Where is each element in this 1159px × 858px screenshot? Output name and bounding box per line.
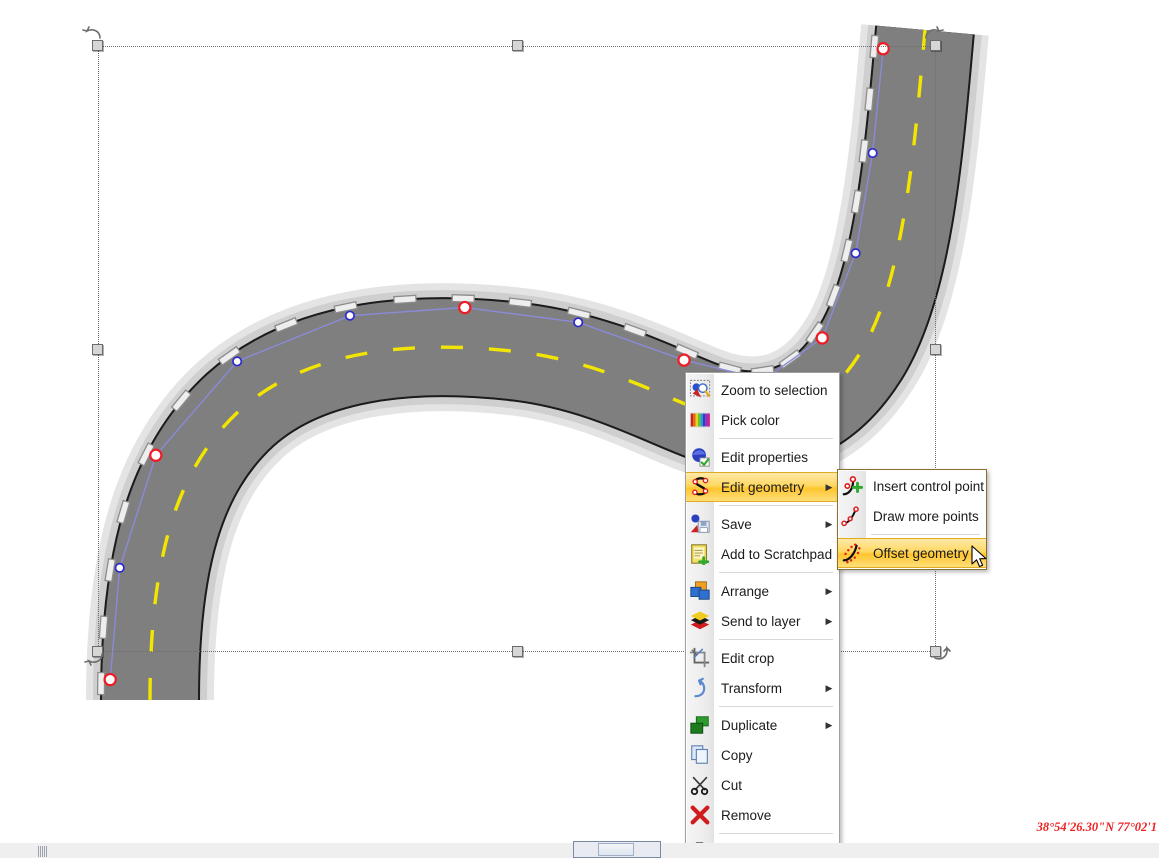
control-point-primary[interactable]: [149, 448, 163, 463]
arrange-icon: [686, 577, 714, 605]
control-point-primary[interactable]: [876, 42, 890, 56]
menu-item-cut[interactable]: Cut: [686, 770, 839, 800]
rotate-handle-bottom-right[interactable]: [930, 642, 952, 664]
menu-item-label: Insert control point: [873, 478, 985, 494]
handle-bottom-center[interactable]: [512, 646, 523, 657]
menu-separator: [719, 572, 833, 573]
map-canvas[interactable]: [0, 0, 1159, 843]
menu-separator: [719, 706, 833, 707]
menu-separator: [871, 534, 980, 535]
menu-item-duplicate[interactable]: Duplicate ▶: [686, 710, 839, 740]
control-point-secondary[interactable]: [232, 356, 243, 367]
scrollbar-grip-icon: [38, 844, 48, 857]
crop-icon: [686, 644, 714, 672]
rotate-handle-bottom-left[interactable]: [84, 644, 106, 666]
menu-item-label: Save: [721, 516, 752, 532]
menu-separator: [719, 639, 833, 640]
zoom-to-selection-icon: [686, 376, 714, 404]
menu-item-label: Add to Scratchpad: [721, 546, 833, 562]
control-point-secondary[interactable]: [344, 310, 355, 321]
menu-item-edit-crop[interactable]: Edit crop: [686, 643, 839, 673]
menu-item-draw-more-points[interactable]: Draw more points: [838, 501, 986, 531]
menu-item-label: Send to layer: [721, 613, 801, 629]
menu-item-label: Copy: [721, 747, 753, 763]
menu-item-add-to-scratchpad[interactable]: Add to Scratchpad: [686, 539, 839, 569]
guardrail-post: [98, 615, 109, 640]
control-point-secondary[interactable]: [867, 147, 878, 159]
menu-item-send-to-layer[interactable]: Send to layer ▶: [686, 606, 839, 636]
guardrail-post: [96, 671, 106, 696]
menu-item-label: Duplicate: [721, 717, 778, 733]
application-window: Zoom to selection Pick color Edit properti…: [0, 0, 1159, 858]
menu-item-label: Transform: [721, 680, 783, 696]
offset-geometry-icon: [838, 539, 866, 567]
menu-separator: [719, 505, 833, 506]
rotate-handle-top-right[interactable]: [922, 26, 944, 48]
control-point-primary[interactable]: [103, 672, 117, 687]
menu-item-label: Remove: [721, 807, 772, 823]
edit-geometry-icon: [686, 473, 714, 501]
save-icon: [686, 510, 714, 538]
handle-middle-left[interactable]: [92, 344, 103, 355]
submenu-arrow-icon: ▶: [825, 518, 833, 529]
menu-item-label: Edit geometry: [721, 479, 805, 495]
transform-icon: [686, 674, 714, 702]
menu-item-label: Offset geometry: [873, 545, 969, 561]
cut-scissors-icon: [686, 771, 714, 799]
guardrail-post: [864, 87, 875, 112]
control-point-primary[interactable]: [677, 353, 691, 367]
handle-top-center[interactable]: [512, 40, 523, 51]
menu-item-edit-geometry[interactable]: Edit geometry ▶: [686, 472, 839, 502]
menu-item-label: Draw more points: [873, 508, 979, 524]
submenu-arrow-icon: ▶: [825, 615, 833, 626]
scrollbar-thumb[interactable]: [598, 843, 634, 856]
menu-item-label: Edit crop: [721, 650, 775, 666]
menu-item-label: Edit properties: [721, 449, 809, 465]
scratchpad-icon: [686, 540, 714, 568]
remove-x-icon: [686, 801, 714, 829]
rotate-handle-top-left[interactable]: [82, 26, 104, 48]
road-graphic[interactable]: [0, 0, 1159, 843]
control-point-secondary[interactable]: [573, 317, 584, 328]
submenu-arrow-icon: ▶: [825, 481, 833, 492]
submenu-arrow-icon: ▶: [825, 719, 833, 730]
control-point-primary[interactable]: [458, 300, 472, 315]
submenu-arrow-icon: ▶: [825, 585, 833, 596]
menu-item-pick-color[interactable]: Pick color: [686, 405, 839, 435]
control-point-secondary[interactable]: [114, 562, 125, 573]
horizontal-scrollbar[interactable]: [573, 841, 661, 858]
menu-separator: [719, 438, 833, 439]
menu-item-insert-control-point[interactable]: Insert control point: [838, 471, 986, 501]
submenu-arrow-icon: ▶: [825, 682, 833, 693]
menu-item-remove[interactable]: Remove: [686, 800, 839, 830]
control-point-primary[interactable]: [815, 331, 829, 345]
menu-item-edit-properties[interactable]: Edit properties: [686, 442, 839, 472]
duplicate-icon: [686, 711, 714, 739]
menu-item-arrange[interactable]: Arrange ▶: [686, 576, 839, 606]
menu-item-label: Arrange: [721, 583, 770, 599]
guardrail-post: [393, 294, 417, 305]
control-point-secondary[interactable]: [850, 248, 861, 259]
menu-item-label: Zoom to selection: [721, 382, 828, 398]
color-picker-icon: [686, 406, 714, 434]
draw-more-points-icon: [838, 502, 866, 530]
menu-item-copy[interactable]: Copy: [686, 740, 839, 770]
menu-item-zoom-to-selection[interactable]: Zoom to selection: [686, 375, 839, 405]
menu-item-transform[interactable]: Transform ▶: [686, 673, 839, 703]
coordinate-readout: 38°54'26.30"N 77°02'1: [1036, 820, 1157, 834]
handle-middle-right[interactable]: [930, 344, 941, 355]
menu-item-save[interactable]: Save ▶: [686, 509, 839, 539]
menu-item-label: Pick color: [721, 412, 780, 428]
insert-control-point-icon: [838, 472, 866, 500]
edit-properties-icon: [686, 443, 714, 471]
menu-item-label: Cut: [721, 777, 743, 793]
menu-item-offset-geometry[interactable]: Offset geometry: [838, 538, 986, 568]
copy-icon: [686, 741, 714, 769]
send-to-layer-icon: [686, 607, 714, 635]
menu-separator: [719, 833, 833, 834]
edit-geometry-submenu[interactable]: Insert control point Draw more points Offs…: [837, 469, 987, 570]
object-context-menu[interactable]: Zoom to selection Pick color Edit properti…: [685, 372, 840, 858]
